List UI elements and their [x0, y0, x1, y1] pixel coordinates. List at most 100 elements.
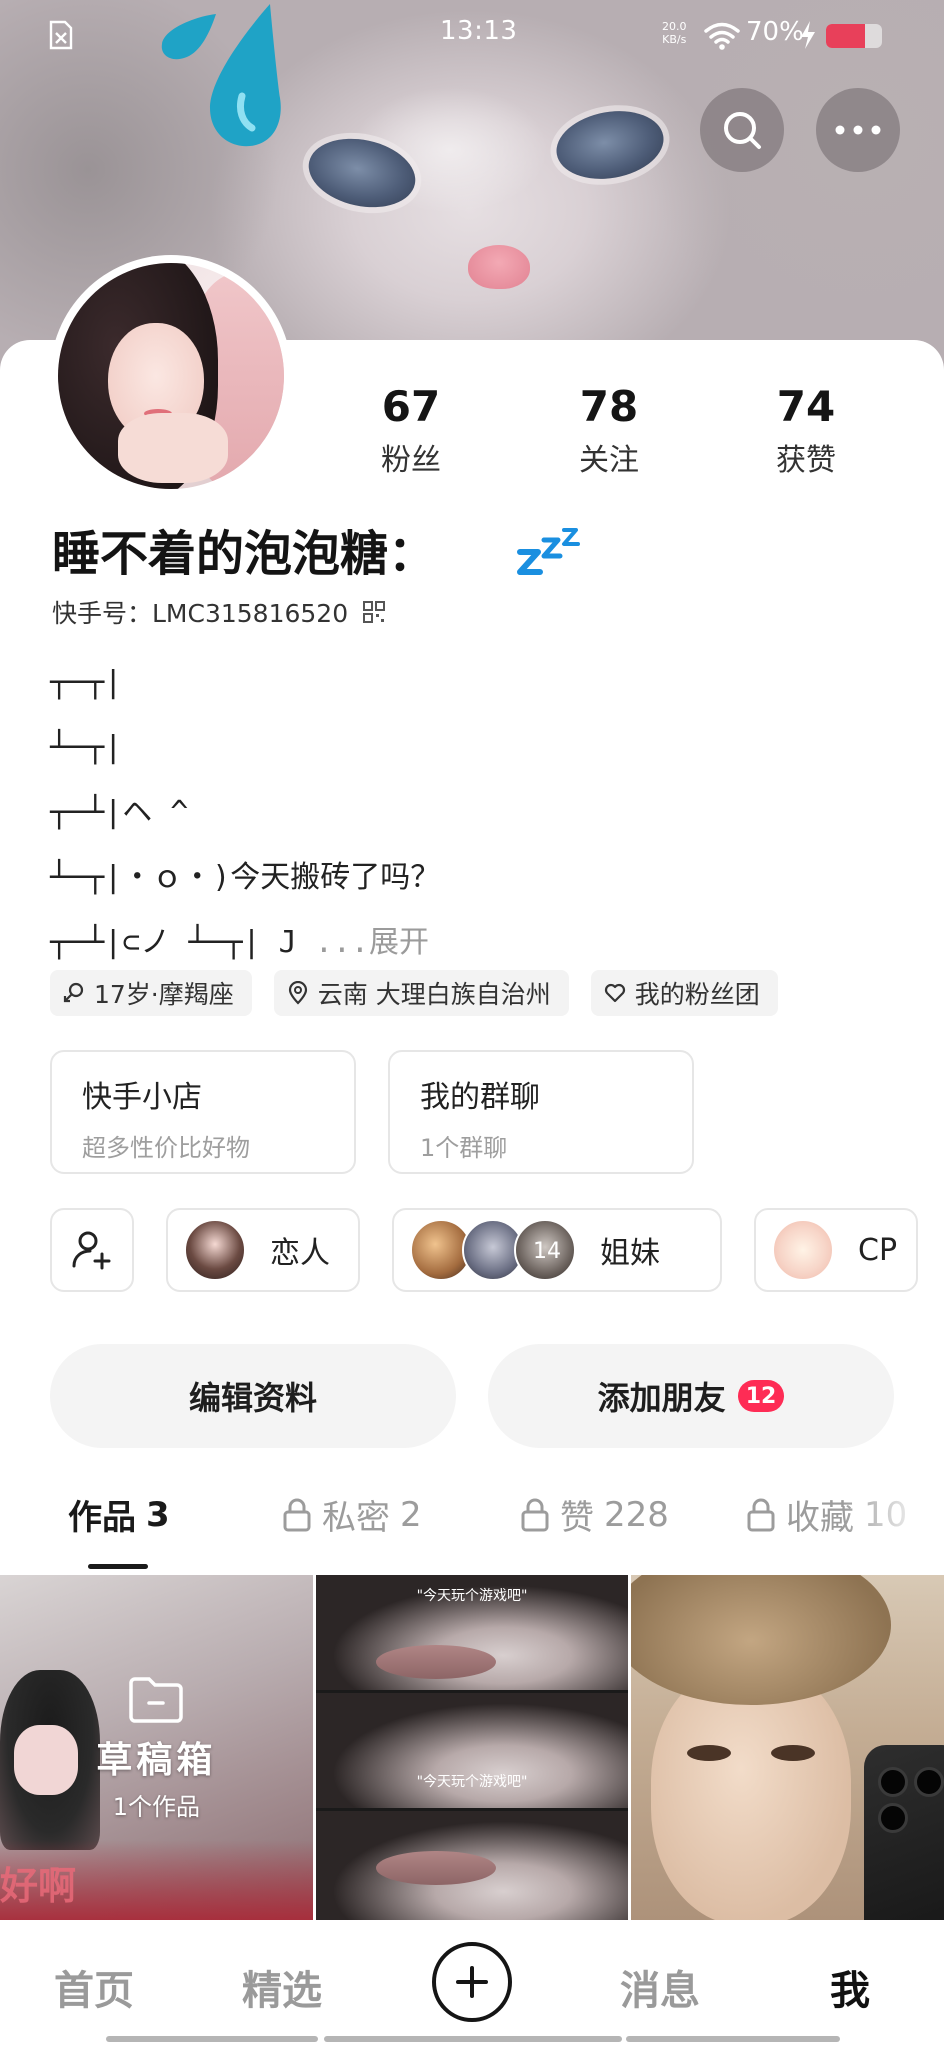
network-speed: 20.0 KB/s — [662, 20, 687, 46]
nav-featured[interactable]: 精选 — [242, 1958, 322, 2016]
work-thumbnail[interactable] — [631, 1575, 944, 1920]
add-friend-button[interactable]: 添加朋友 12 — [488, 1344, 894, 1448]
tab-works-count: 3 — [146, 1494, 170, 1535]
tab-private[interactable]: 私密 2 — [282, 1490, 422, 1539]
heart-icon — [604, 983, 625, 1003]
search-icon — [724, 112, 761, 149]
nav-messages[interactable]: 消息 — [620, 1958, 700, 2016]
avatar-image — [58, 263, 284, 489]
plus-icon — [456, 1966, 488, 1998]
bio-line: ┴─┬| — [50, 730, 123, 765]
work-thumbnail[interactable]: "今天玩个游戏吧" "今天玩个游戏吧" — [315, 1575, 629, 1920]
gesture-indicator — [324, 2036, 622, 2042]
relation-cp[interactable]: CP — [754, 1208, 918, 1292]
kuaishou-id[interactable]: 快手号：LMC315816520 — [52, 594, 386, 630]
add-relation-button[interactable] — [50, 1208, 134, 1292]
tag-age-zodiac-text: 17岁·摩羯座 — [94, 980, 234, 1009]
stat-likes[interactable]: 74 获赞 — [731, 382, 881, 479]
nav-me[interactable]: 我 — [830, 1958, 870, 2016]
folder-icon — [129, 1677, 184, 1723]
relation-cp-label: CP — [858, 1232, 898, 1268]
feature-group-chat[interactable]: 我的群聊 1个群聊 — [388, 1050, 694, 1174]
relation-sisters-label: 姐妹 — [600, 1236, 660, 1271]
battery-icon — [826, 24, 882, 48]
status-time: 13:13 — [440, 16, 518, 46]
work-thumb-frame: "今天玩个游戏吧" — [315, 1575, 629, 1690]
sleeping-zzz-icon — [517, 528, 580, 575]
tab-works[interactable]: 作品 3 — [68, 1490, 170, 1539]
avatar-hand — [118, 413, 228, 483]
tab-works-label: 作品 — [68, 1498, 136, 1538]
draft-box-overlay: 草稿箱 1个作品 — [0, 1575, 313, 1920]
lock-icon — [521, 1498, 549, 1531]
action-row: 编辑资料 添加朋友 12 — [50, 1344, 894, 1448]
nav-home[interactable]: 首页 — [54, 1958, 134, 2016]
create-post-button[interactable] — [432, 1942, 512, 2022]
works-grid: 好啊 草稿箱 1个作品 "今天玩个游戏吧" "今天玩个游戏吧" — [0, 1575, 944, 1920]
edit-profile-button[interactable]: 编辑资料 — [50, 1344, 456, 1448]
lock-icon — [283, 1498, 311, 1531]
relation-lover[interactable]: 恋人 — [166, 1208, 360, 1292]
stat-followers-count: 67 — [381, 382, 441, 431]
phone-lens — [878, 1767, 909, 1797]
gender-female-icon — [63, 982, 84, 1003]
tab-favorites-count: 10 — [864, 1494, 908, 1535]
feature-row: 快手小店 超多性价比好物 我的群聊 1个群聊 — [50, 1050, 694, 1174]
battery-fill — [826, 24, 866, 48]
bio-line: ┬─┴|ヘ ^ — [50, 795, 189, 830]
tag-fan-club-text: 我的粉丝团 — [634, 980, 760, 1009]
feature-shop[interactable]: 快手小店 超多性价比好物 — [50, 1050, 356, 1174]
phone-lens — [914, 1767, 944, 1797]
cat-nose — [468, 245, 530, 289]
bottom-nav: 首页 精选 消息 我 — [0, 1920, 944, 2048]
lover-avatar — [184, 1219, 246, 1281]
gesture-indicator — [106, 2036, 318, 2042]
feature-group-chat-title: 我的群聊 — [420, 1080, 540, 1115]
relation-sisters[interactable]: 14 姐妹 — [392, 1208, 722, 1292]
bio-line: ┴─┬|・ｏ・)今天搬砖了吗？ — [50, 860, 441, 895]
work-thumb-lips — [375, 1851, 496, 1885]
work-thumb-lips — [375, 1645, 496, 1679]
avatar[interactable] — [50, 255, 292, 497]
battery-percent: 70% — [746, 17, 804, 47]
work-thumb-caption: "今天玩个游戏吧" — [416, 1774, 528, 1790]
nickname: 睡不着的泡泡糖： — [52, 526, 437, 582]
tab-liked-label: 赞 — [560, 1498, 594, 1538]
lock-icon — [747, 1498, 775, 1531]
relation-lover-label: 恋人 — [270, 1236, 330, 1271]
sister-avatar-more: 14 — [514, 1219, 576, 1281]
edit-profile-label: 编辑资料 — [188, 1379, 317, 1417]
tab-private-label: 私密 — [322, 1498, 390, 1538]
search-button[interactable] — [700, 88, 784, 172]
status-bar: 13:13 20.0 KB/s 70% — [0, 0, 944, 70]
bio-expand-link[interactable]: ...展开 — [315, 925, 429, 960]
cp-avatar — [772, 1219, 834, 1281]
bio[interactable]: ┬─┬| ┴─┬| ┬─┴|ヘ ^ ┴─┬|・ｏ・)今天搬砖了吗？ ┬─┴|⊂ノ ┴─┬… — [50, 650, 440, 975]
work-thumb-caption: "今天玩个游戏吧" — [416, 1588, 528, 1604]
gesture-indicator — [626, 2036, 840, 2042]
stat-following-count: 78 — [579, 382, 639, 431]
bio-line: ┬─┬| — [50, 665, 123, 700]
tag-fan-club[interactable]: 我的粉丝团 — [590, 970, 778, 1016]
draft-box-count: 1个作品 — [112, 1793, 200, 1821]
notification-blocked-icon — [49, 20, 73, 50]
qr-code-icon[interactable] — [362, 600, 386, 624]
work-thumb-frame: "今天玩个游戏吧" — [315, 1693, 629, 1808]
profile-tags: 17岁·摩羯座 云南 大理白族自治州 我的粉丝团 — [50, 970, 778, 1016]
add-friend-label: 添加朋友 — [597, 1379, 726, 1417]
bio-line: ┬─┴|⊂ノ ┴─┬| J — [50, 925, 297, 960]
cat-eye-left — [302, 129, 422, 217]
work-thumb-phone — [864, 1745, 944, 1920]
stat-following-label: 关注 — [579, 443, 639, 478]
network-speed-unit: KB/s — [662, 33, 687, 46]
stat-following[interactable]: 78 关注 — [534, 382, 684, 479]
stat-followers[interactable]: 67 粉丝 — [336, 382, 486, 479]
phone-lens — [878, 1803, 909, 1833]
location-icon — [288, 981, 307, 1005]
tab-liked[interactable]: 赞 228 — [520, 1490, 669, 1539]
tab-favorites[interactable]: 收藏 10 — [746, 1490, 907, 1539]
sisters-count: 14 — [533, 1239, 561, 1264]
more-button[interactable] — [816, 88, 900, 172]
draft-box-tile[interactable]: 好啊 草稿箱 1个作品 — [0, 1575, 313, 1920]
work-thumb-hair — [631, 1575, 892, 1705]
